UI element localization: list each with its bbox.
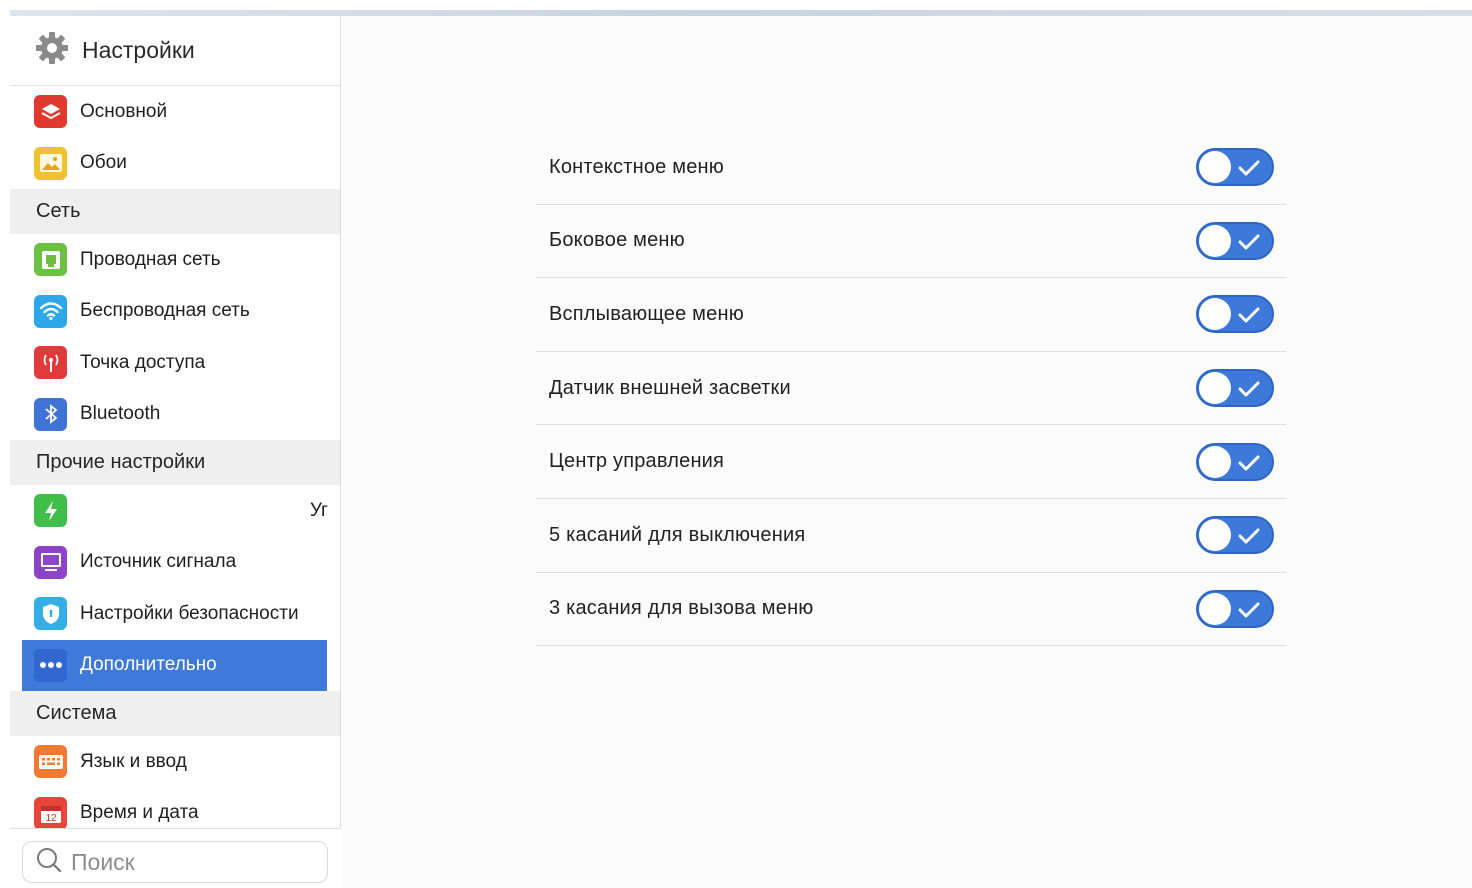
check-icon (1238, 527, 1260, 550)
sidebar-item-truncated-label: Уг (309, 499, 328, 521)
bluetooth-icon (34, 397, 67, 431)
sidebar: Настройки Основной Обои Сеть Проводная сеть… (10, 16, 341, 888)
sidebar-item-label: Настройки безопасности (80, 602, 299, 624)
sidebar-item-label: Время и дата (80, 802, 199, 824)
setting-row: Всплывающее меню (536, 278, 1286, 352)
hotspot-icon (34, 346, 67, 380)
sidebar-item[interactable]: Основной (10, 86, 340, 138)
setting-label: Боковое меню (549, 229, 685, 252)
gear-icon (34, 30, 70, 71)
search-area (10, 828, 341, 888)
sidebar-item-label: Язык и ввод (80, 750, 187, 772)
setting-label: 3 касания для вызова меню (549, 597, 814, 620)
check-icon (1238, 454, 1260, 477)
check-icon (1238, 601, 1260, 624)
sidebar-section-header: Прочие настройки (10, 440, 340, 485)
sidebar-item[interactable]: Bluetooth (10, 389, 340, 441)
power-icon (34, 494, 67, 528)
setting-toggle[interactable] (1196, 295, 1274, 334)
sidebar-item[interactable]: Источник сигнала (10, 537, 340, 589)
toggle-knob (1199, 519, 1231, 552)
settings-list: Контекстное меню Боковое меню Всплывающее … (536, 131, 1286, 647)
sidebar-section-header: Система (10, 691, 340, 736)
setting-toggle[interactable] (1196, 148, 1274, 187)
image-icon (34, 146, 67, 180)
sidebar-item-label: Bluetooth (80, 403, 161, 425)
check-icon (1238, 380, 1260, 403)
setting-toggle[interactable] (1196, 589, 1274, 628)
setting-row: Боковое меню (536, 205, 1286, 279)
shield-icon (34, 597, 67, 631)
layers-icon (34, 95, 67, 129)
sidebar-item[interactable]: Уг (10, 485, 340, 537)
wifi-icon (34, 294, 67, 328)
search-box[interactable] (22, 841, 328, 883)
check-icon (1238, 233, 1260, 256)
calendar-icon: 12 (34, 796, 67, 830)
setting-row: Контекстное меню (536, 131, 1286, 205)
sidebar-section-header: Сеть (10, 189, 340, 234)
setting-row: 3 касания для вызова меню (536, 573, 1286, 647)
setting-toggle[interactable] (1196, 221, 1274, 260)
sidebar-item-label: Дополнительно (80, 654, 217, 676)
search-icon (35, 846, 63, 879)
setting-toggle[interactable] (1196, 442, 1274, 481)
setting-row: 5 касаний для выключения (536, 499, 1286, 573)
monitor-icon (34, 545, 67, 579)
sidebar-item-label: Беспроводная сеть (80, 300, 250, 322)
setting-label: Всплывающее меню (549, 302, 744, 325)
sidebar-item[interactable]: Дополнительно (22, 639, 327, 691)
sidebar-item-label: Основной (80, 100, 168, 122)
sidebar-item[interactable]: Настройки безопасности (10, 588, 340, 640)
page-title: Настройки (82, 37, 195, 63)
check-icon (1238, 306, 1260, 329)
setting-label: Центр управления (549, 450, 725, 473)
ethernet-icon (34, 243, 67, 277)
toggle-knob (1199, 372, 1231, 405)
sidebar-item[interactable]: Язык и ввод (10, 736, 340, 788)
sidebar-item-label: Точка доступа (80, 351, 206, 373)
setting-row: Центр управления (536, 425, 1286, 499)
sidebar-list: Основной Обои Сеть Проводная сеть Беспроводн… (10, 86, 340, 839)
toggle-knob (1199, 592, 1231, 625)
sidebar-item[interactable]: Точка доступа (10, 337, 340, 389)
sidebar-item[interactable]: Проводная сеть (10, 234, 340, 286)
sidebar-item[interactable]: Беспроводная сеть (10, 286, 340, 338)
svg-text:12: 12 (45, 813, 57, 824)
setting-label: Датчик внешней засветки (549, 376, 791, 399)
sidebar-item[interactable]: Обои (10, 138, 340, 190)
setting-toggle[interactable] (1196, 369, 1274, 408)
sidebar-item-label: Проводная сеть (80, 248, 221, 270)
toggle-knob (1199, 445, 1231, 478)
check-icon (1238, 159, 1260, 182)
toggle-knob (1199, 224, 1231, 257)
search-input[interactable] (71, 848, 311, 876)
sidebar-header: Настройки (10, 16, 340, 86)
setting-row: Датчик внешней засветки (536, 352, 1286, 426)
sidebar-item-label: Источник сигнала (80, 551, 237, 573)
setting-toggle[interactable] (1196, 516, 1274, 555)
main-panel: Контекстное меню Боковое меню Всплывающее … (342, 16, 1472, 888)
sidebar-item-label: Обои (80, 152, 127, 174)
toggle-knob (1199, 298, 1231, 331)
setting-label: 5 касаний для выключения (549, 523, 806, 546)
setting-label: Контекстное меню (549, 155, 724, 178)
keyboard-icon (34, 745, 67, 779)
toggle-knob (1199, 151, 1231, 184)
more-icon (34, 648, 67, 682)
